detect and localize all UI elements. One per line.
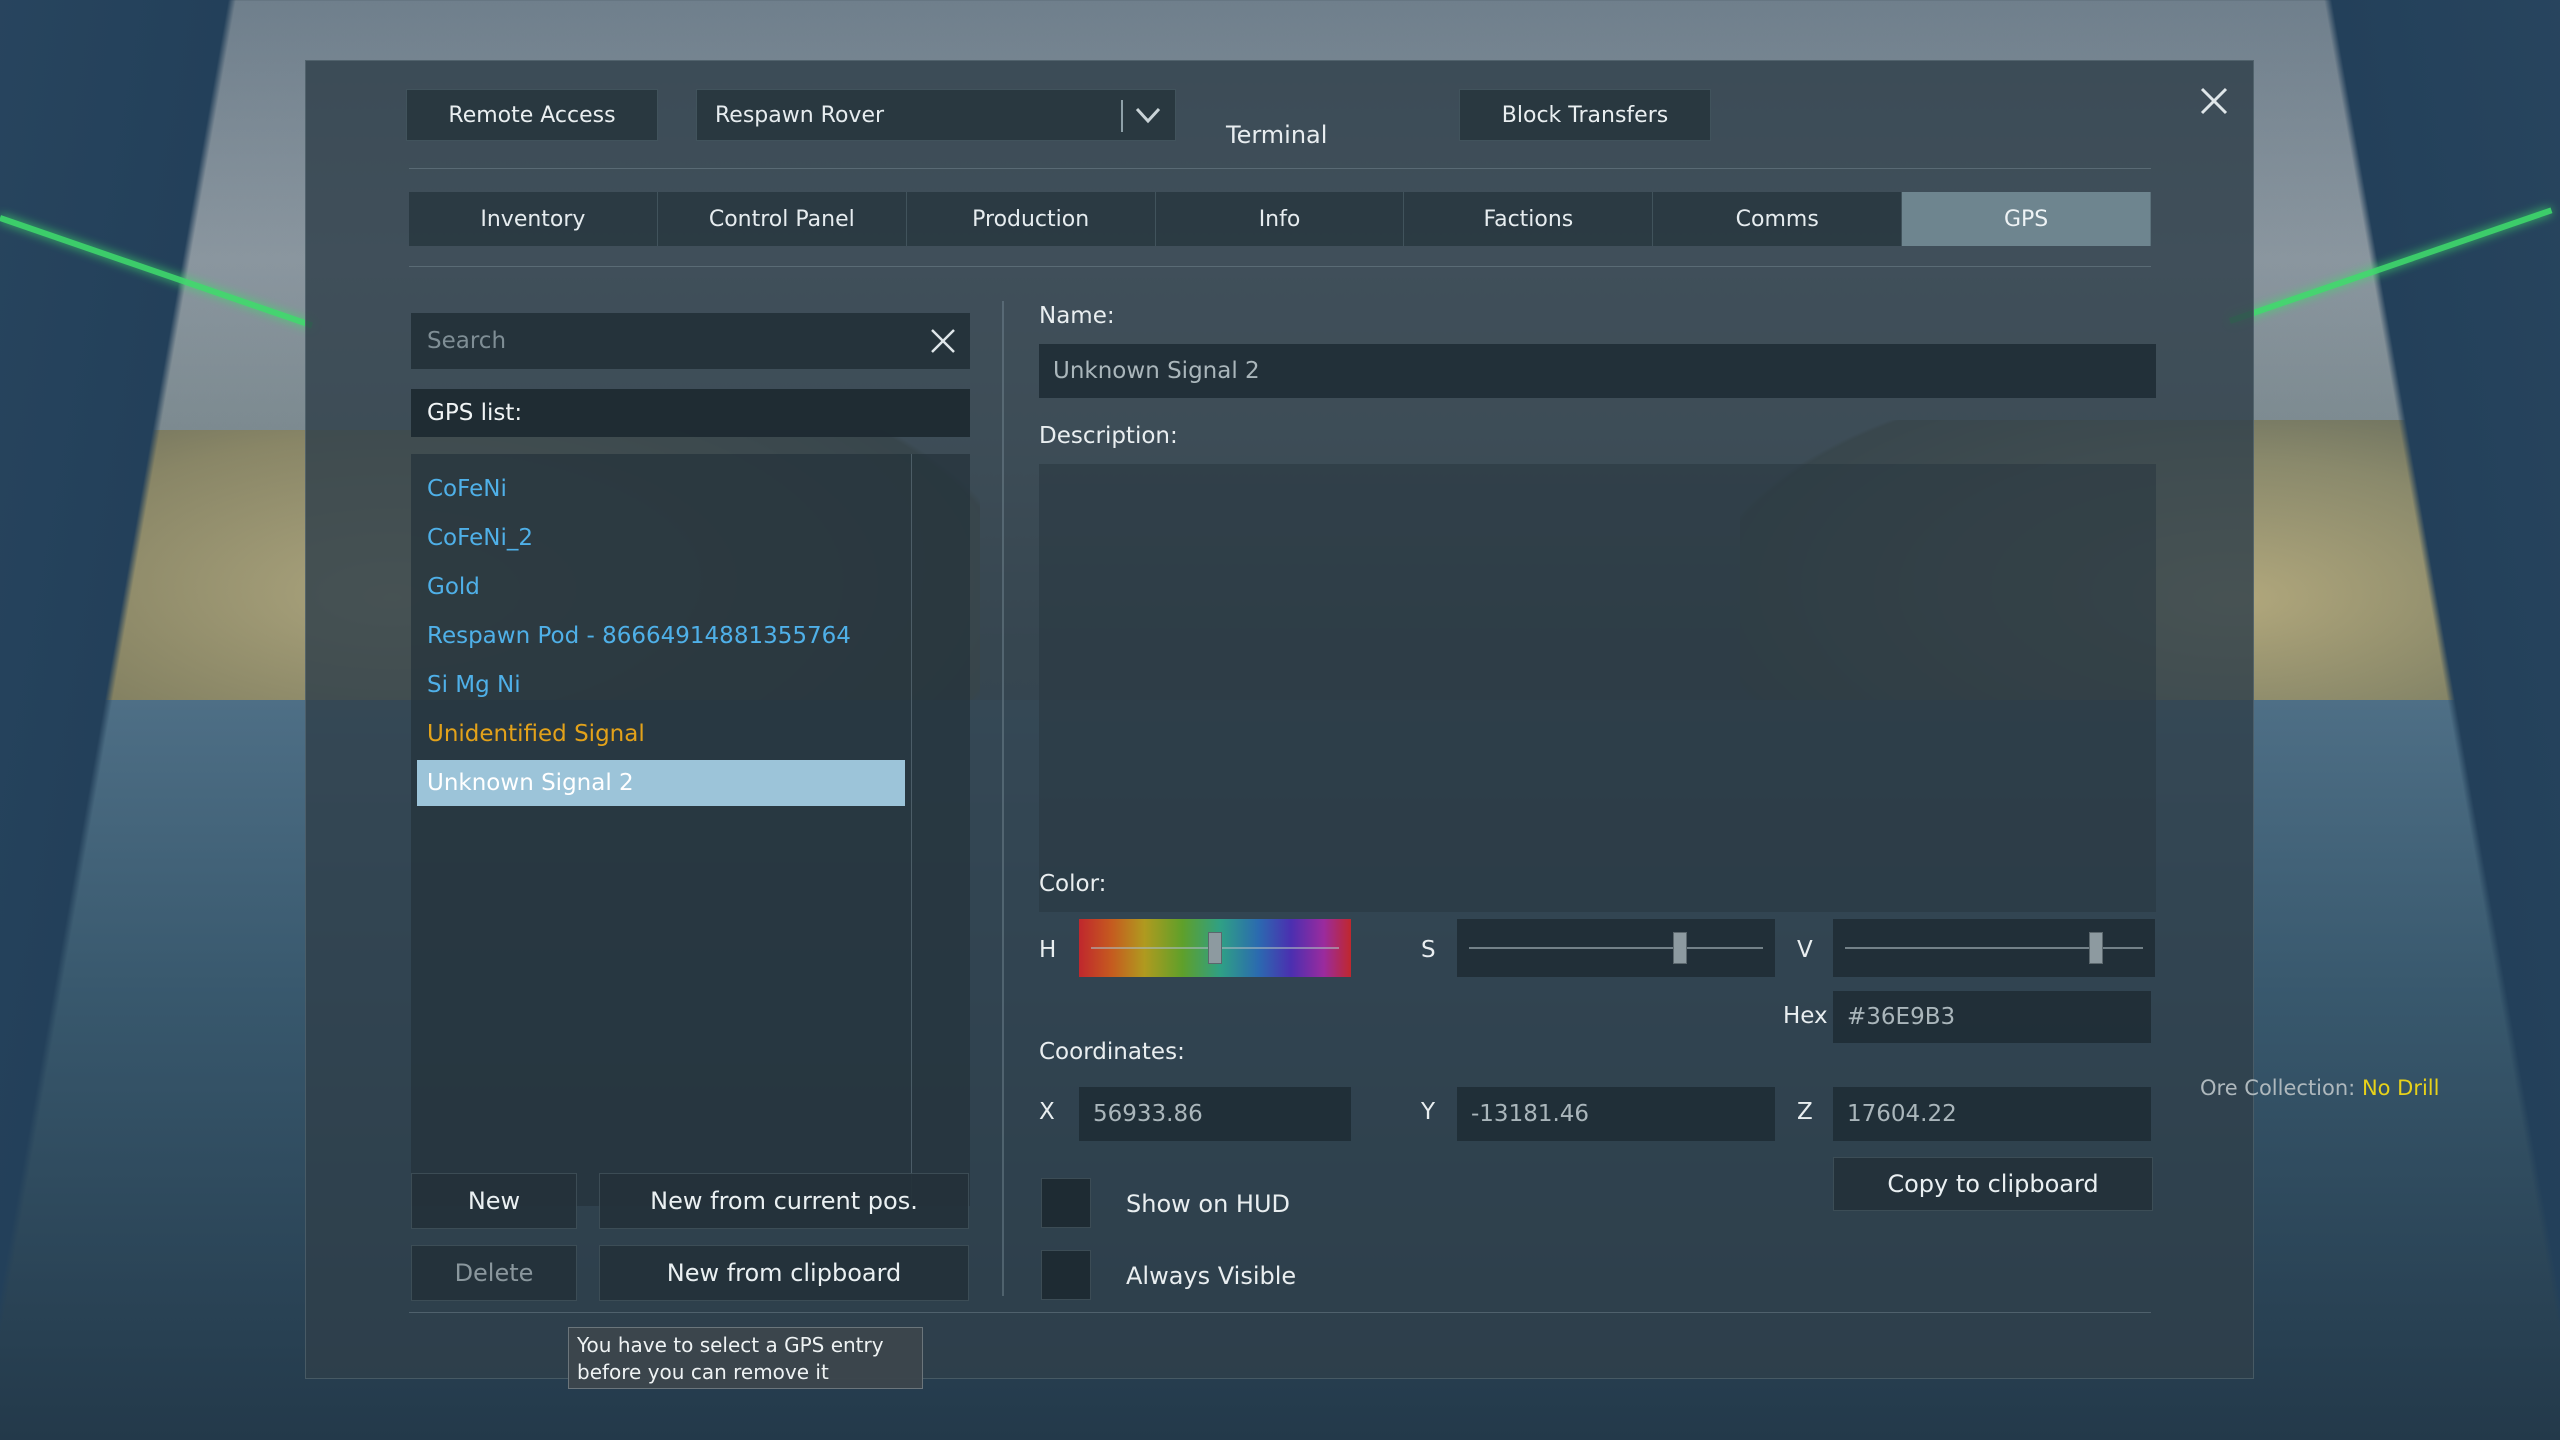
search-box bbox=[411, 313, 970, 369]
tab-control-panel[interactable]: Control Panel bbox=[657, 192, 907, 246]
gps-list: CoFeNi CoFeNi_2 Gold Respawn Pod - 86664… bbox=[411, 454, 970, 1206]
gps-list-item[interactable]: Si Mg Ni bbox=[417, 662, 905, 708]
tab-factions[interactable]: Factions bbox=[1404, 192, 1654, 246]
hex-label: Hex bbox=[1783, 1003, 1828, 1029]
gps-list-item[interactable]: Respawn Pod - 86664914881355764 bbox=[417, 613, 905, 659]
z-coordinate-field[interactable]: 17604.22 bbox=[1833, 1087, 2151, 1141]
tab-gps[interactable]: GPS bbox=[1902, 192, 2152, 246]
saturation-slider-track bbox=[1469, 947, 1763, 949]
tab-inventory[interactable]: Inventory bbox=[409, 192, 658, 246]
grid-selector-dropdown[interactable]: Respawn Rover bbox=[696, 89, 1176, 141]
always-visible-checkbox[interactable] bbox=[1041, 1250, 1091, 1300]
value-slider-thumb[interactable] bbox=[2089, 932, 2104, 964]
tab-production[interactable]: Production bbox=[906, 192, 1156, 246]
new-from-clipboard-button[interactable]: New from clipboard bbox=[599, 1245, 969, 1301]
window-title: Terminal bbox=[1226, 121, 1328, 149]
name-label: Name: bbox=[1039, 303, 1115, 329]
hex-field[interactable]: #36E9B3 bbox=[1833, 991, 2151, 1043]
ore-collection-status: Ore Collection: No Drill bbox=[2200, 1076, 2439, 1100]
x-label: X bbox=[1039, 1099, 1055, 1125]
x-coordinate-field[interactable]: 56933.86 bbox=[1079, 1087, 1351, 1141]
saturation-slider-thumb[interactable] bbox=[1673, 932, 1688, 964]
gps-list-item[interactable]: CoFeNi_2 bbox=[417, 515, 905, 561]
show-on-hud-checkbox[interactable] bbox=[1041, 1178, 1091, 1228]
ore-collection-label: Ore Collection: bbox=[2200, 1076, 2356, 1100]
footer-divider bbox=[409, 1312, 2151, 1313]
tooltip-line: You have to select a GPS entry bbox=[577, 1333, 884, 1357]
hue-slider-thumb[interactable] bbox=[1208, 932, 1222, 964]
tab-info[interactable]: Info bbox=[1155, 192, 1405, 246]
value-slider[interactable] bbox=[1833, 919, 2155, 977]
tab-bar: Inventory Control Panel Production Info … bbox=[409, 192, 2152, 246]
close-icon[interactable] bbox=[2194, 81, 2234, 121]
search-input[interactable] bbox=[425, 327, 909, 355]
gps-list-item-selected[interactable]: Unknown Signal 2 bbox=[417, 760, 905, 806]
show-on-hud-label: Show on HUD bbox=[1126, 1190, 1291, 1218]
coordinates-label: Coordinates: bbox=[1039, 1039, 1185, 1065]
grid-selector-value: Respawn Rover bbox=[715, 102, 885, 128]
gps-list-item[interactable]: Unidentified Signal bbox=[417, 711, 905, 757]
saturation-slider[interactable] bbox=[1457, 919, 1775, 977]
delete-button[interactable]: Delete bbox=[411, 1245, 577, 1301]
panel-separator bbox=[1002, 301, 1004, 1296]
delete-tooltip: You have to select a GPS entry before yo… bbox=[568, 1327, 923, 1389]
name-field[interactable]: Unknown Signal 2 bbox=[1039, 344, 2156, 398]
color-label: Color: bbox=[1039, 871, 1107, 897]
tab-comms[interactable]: Comms bbox=[1653, 192, 1903, 246]
dropdown-separator bbox=[1121, 100, 1123, 132]
tooltip-line: before you can remove it bbox=[577, 1360, 829, 1384]
description-field[interactable] bbox=[1039, 464, 2156, 912]
z-label: Z bbox=[1797, 1099, 1813, 1125]
gps-list-item[interactable]: Gold bbox=[417, 564, 905, 610]
hue-slider[interactable] bbox=[1079, 919, 1351, 977]
saturation-label: S bbox=[1421, 937, 1436, 963]
description-label: Description: bbox=[1039, 423, 1178, 449]
y-label: Y bbox=[1421, 1099, 1436, 1125]
new-from-current-pos-button[interactable]: New from current pos. bbox=[599, 1173, 969, 1229]
gps-list-item[interactable]: CoFeNi bbox=[417, 466, 905, 512]
y-coordinate-field[interactable]: -13181.46 bbox=[1457, 1087, 1775, 1141]
terminal-window: Remote Access Respawn Rover Terminal Blo… bbox=[305, 60, 2254, 1389]
gps-list-title: GPS list: bbox=[411, 389, 970, 437]
always-visible-label: Always Visible bbox=[1126, 1262, 1297, 1290]
copy-to-clipboard-button[interactable]: Copy to clipboard bbox=[1833, 1157, 2153, 1211]
ore-collection-value: No Drill bbox=[2361, 1076, 2440, 1100]
clear-search-icon[interactable] bbox=[928, 326, 958, 356]
value-label: V bbox=[1797, 937, 1813, 963]
new-button[interactable]: New bbox=[411, 1173, 577, 1229]
header-divider bbox=[409, 168, 2151, 169]
hue-label: H bbox=[1039, 937, 1057, 963]
block-transfers-button[interactable]: Block Transfers bbox=[1459, 89, 1711, 141]
remote-access-button[interactable]: Remote Access bbox=[406, 89, 658, 141]
gps-list-scrollbar[interactable] bbox=[911, 454, 912, 1206]
chevron-down-icon[interactable] bbox=[1133, 100, 1163, 130]
tabs-divider bbox=[409, 266, 2151, 267]
